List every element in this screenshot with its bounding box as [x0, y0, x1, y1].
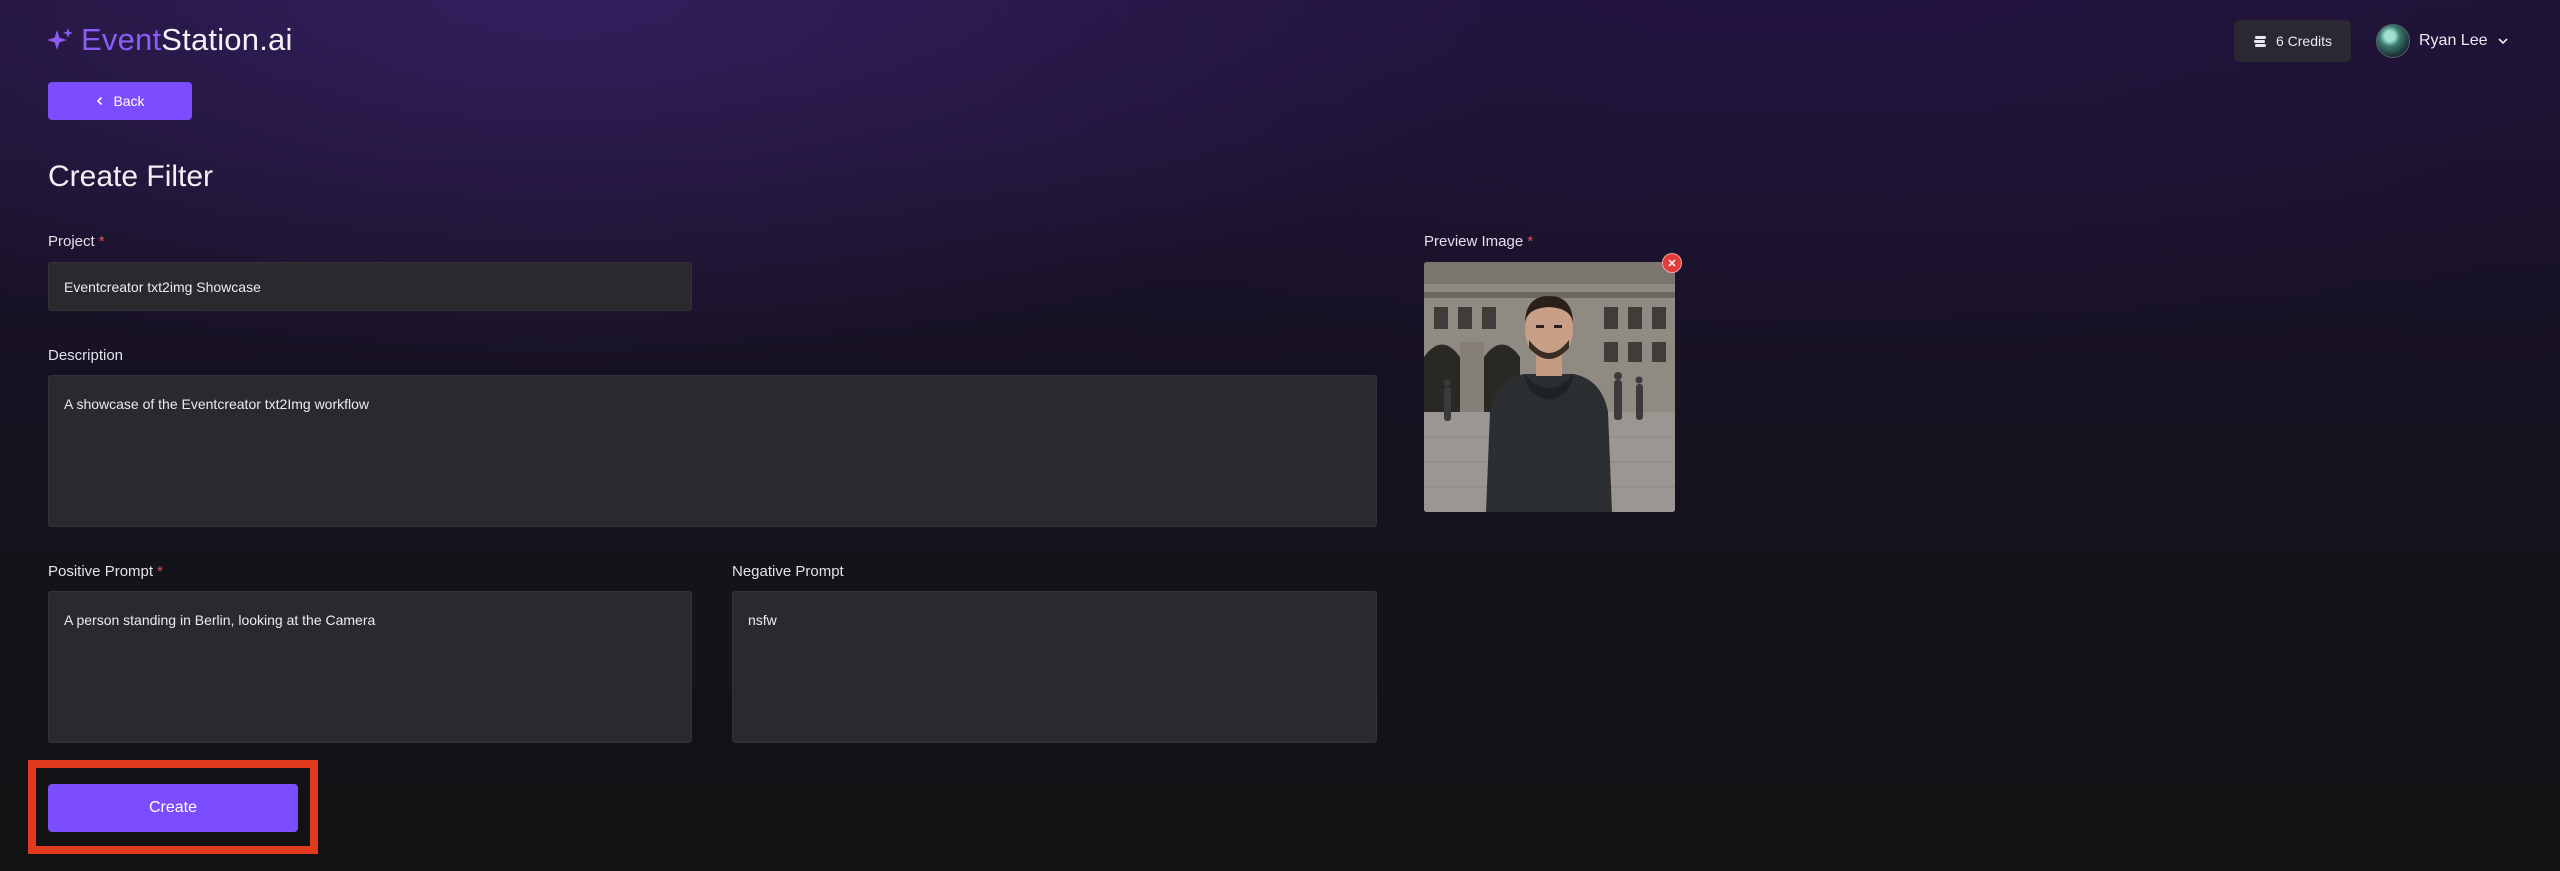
logo-text-event: Event [81, 22, 162, 57]
create-button[interactable]: Create [48, 784, 298, 832]
preview-image[interactable] [1424, 262, 1675, 512]
user-name: Ryan Lee [2419, 32, 2488, 49]
remove-image-button[interactable] [1662, 253, 1682, 273]
required-marker: * [157, 563, 163, 580]
project-select[interactable]: Eventcreator txt2img Showcase [48, 262, 692, 311]
description-textarea[interactable]: A showcase of the Eventcreator txt2Img w… [48, 375, 1377, 527]
description-label-text: Description [48, 347, 124, 364]
positive-prompt-label: Positive Prompt * [48, 563, 163, 580]
back-label: Back [113, 93, 145, 109]
preview-image-label-text: Preview Image [1424, 233, 1524, 250]
project-label-text: Project [48, 233, 95, 250]
negative-prompt-label-text: Negative Prompt [732, 563, 844, 580]
preview-photo [1424, 262, 1675, 512]
page-title: Create Filter [48, 160, 214, 193]
positive-prompt-textarea[interactable]: A person standing in Berlin, looking at … [48, 591, 692, 743]
app-logo[interactable]: Event Station.ai [47, 22, 293, 58]
required-marker: * [98, 233, 105, 250]
project-value: Eventcreator txt2img Showcase [64, 278, 261, 295]
description-label: Description [48, 347, 123, 364]
close-icon [1668, 259, 1676, 267]
negative-prompt-textarea[interactable]: nsfw [732, 591, 1377, 743]
credits-button[interactable]: 6 Credits [2234, 20, 2351, 62]
coins-stack-icon [2253, 35, 2266, 47]
description-value: A showcase of the Eventcreator txt2Img w… [64, 396, 370, 412]
sparkle-icon [47, 28, 73, 50]
required-marker: * [1527, 233, 1534, 250]
logo-text-station: Station.ai [161, 22, 293, 57]
user-menu[interactable]: Ryan Lee [2376, 24, 2509, 58]
chevron-down-icon [2497, 38, 2508, 45]
positive-prompt-value: A person standing in Berlin, looking at … [64, 612, 376, 628]
positive-prompt-label-text: Positive Prompt [48, 563, 154, 580]
negative-prompt-label: Negative Prompt [732, 563, 844, 580]
project-label: Project * [48, 233, 105, 250]
chevron-left-icon [97, 96, 103, 106]
credits-label: 6 Credits [2275, 33, 2333, 49]
back-button[interactable]: Back [48, 82, 192, 120]
avatar [2376, 24, 2410, 58]
negative-prompt-value: nsfw [748, 612, 777, 628]
preview-image-label: Preview Image * [1424, 233, 1533, 250]
